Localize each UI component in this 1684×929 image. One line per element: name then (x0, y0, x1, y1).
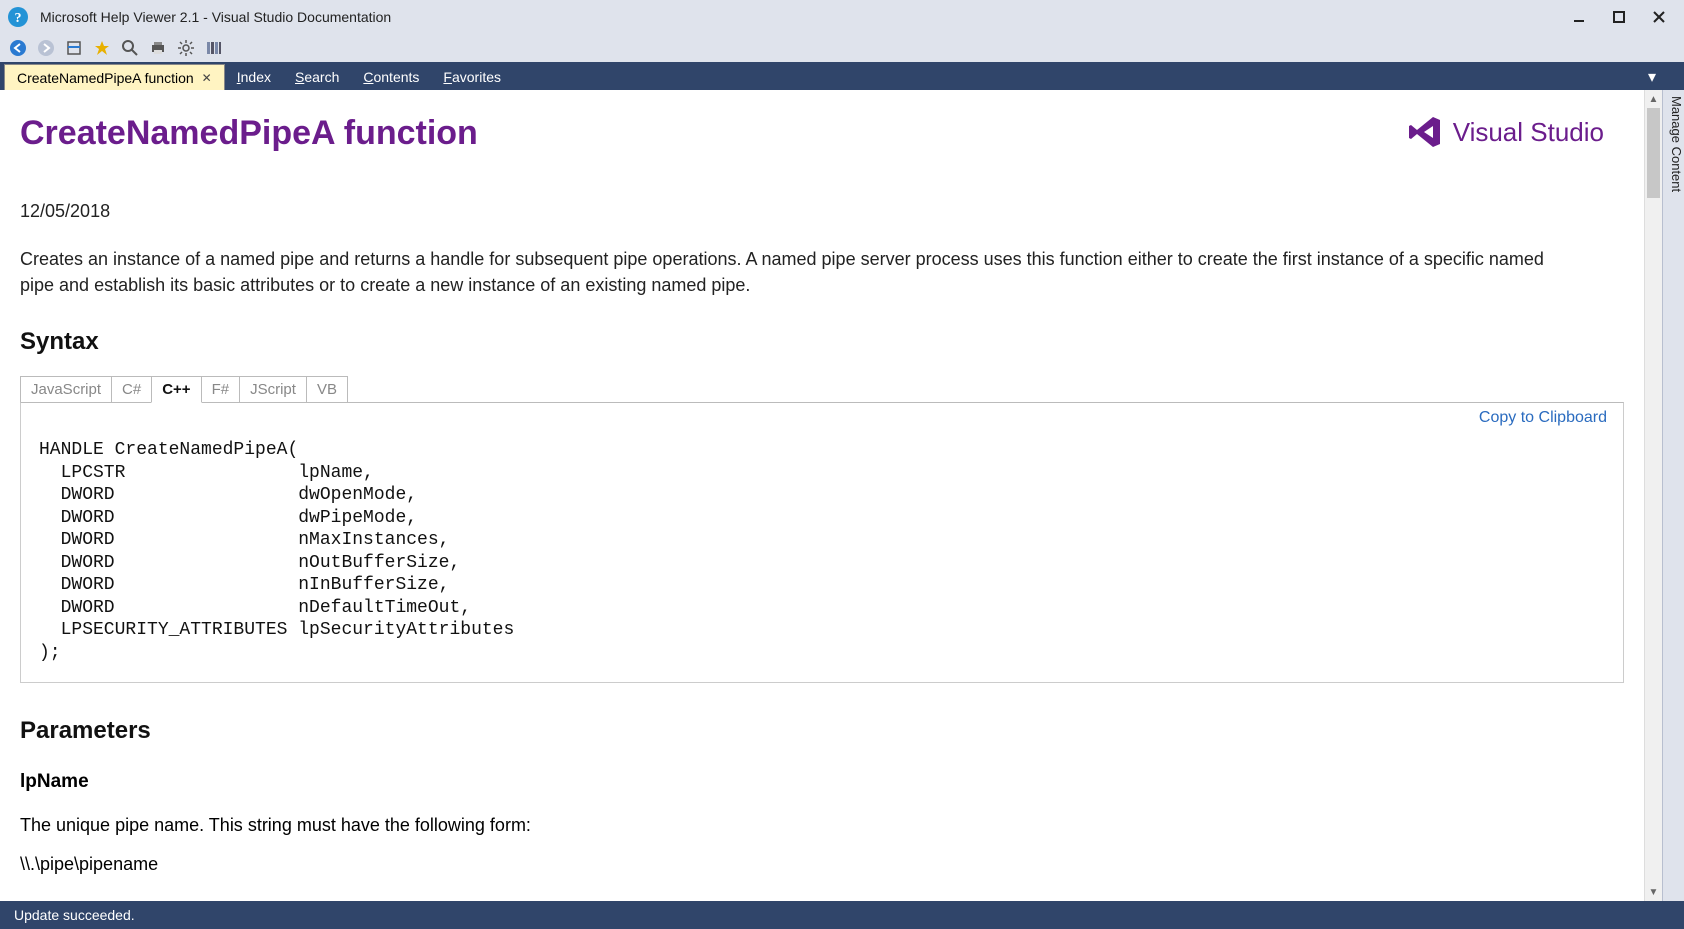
content-area: Visual Studio CreateNamedPipeA function … (0, 90, 1662, 901)
lang-tab-jscript[interactable]: JScript (239, 376, 307, 403)
titlebar: ? Microsoft Help Viewer 2.1 - Visual Stu… (0, 0, 1684, 34)
lang-tab-fsharp[interactable]: F# (201, 376, 241, 403)
tab-search[interactable]: Search (283, 64, 351, 90)
maximize-button[interactable] (1610, 8, 1628, 26)
status-bar: Update succeeded. (0, 901, 1684, 929)
forward-button[interactable] (36, 38, 56, 58)
back-button[interactable] (8, 38, 28, 58)
scroll-up-arrow[interactable]: ▲ (1645, 90, 1662, 108)
tab-contents[interactable]: Contents (351, 64, 431, 90)
tab-favorites[interactable]: Favorites (431, 64, 513, 90)
param-form-lpname: \\.\pipe\pipename (20, 854, 158, 874)
code-content: HANDLE CreateNamedPipeA( LPCSTR lpName, … (39, 439, 1605, 664)
lang-tab-csharp[interactable]: C# (111, 376, 152, 403)
syntax-heading: Syntax (20, 328, 1624, 356)
print-button[interactable] (148, 38, 168, 58)
favorite-add-button[interactable] (92, 38, 112, 58)
lang-tab-vb[interactable]: VB (306, 376, 348, 403)
language-tabs: JavaScript C# C++ F# JScript VB (20, 376, 1624, 403)
library-button[interactable] (204, 38, 224, 58)
tab-label: CreateNamedPipeA function (17, 70, 194, 86)
param-desc-lpname: The unique pipe name. This string must h… (20, 815, 1624, 836)
window-title: Microsoft Help Viewer 2.1 - Visual Studi… (40, 9, 1570, 25)
scroll-track[interactable] (1645, 108, 1662, 883)
logo-text: Visual Studio (1453, 117, 1604, 148)
tab-document-active[interactable]: CreateNamedPipeA function ✕ (4, 64, 225, 90)
visual-studio-logo: Visual Studio (1407, 114, 1604, 150)
home-button[interactable] (64, 38, 84, 58)
nav-tabstrip: CreateNamedPipeA function ✕ Index Search… (0, 62, 1684, 90)
page-description: Creates an instance of a named pipe and … (20, 246, 1580, 298)
manage-content-sidetab[interactable]: Manage Content (1662, 90, 1684, 901)
code-block: Copy to Clipboard HANDLE CreateNamedPipe… (20, 402, 1624, 683)
close-button[interactable] (1650, 8, 1668, 26)
app-icon: ? (6, 5, 30, 29)
lang-tab-cpp[interactable]: C++ (151, 376, 201, 403)
parameters-heading: Parameters (20, 717, 1624, 745)
vertical-scrollbar[interactable]: ▲ ▼ (1644, 90, 1662, 901)
param-name-lpname: lpName (20, 771, 1624, 793)
find-button[interactable] (120, 38, 140, 58)
settings-button[interactable] (176, 38, 196, 58)
copy-to-clipboard-link[interactable]: Copy to Clipboard (1479, 409, 1607, 427)
status-text: Update succeeded. (14, 907, 135, 923)
minimize-button[interactable] (1570, 8, 1588, 26)
toolbar (0, 34, 1684, 62)
tab-index[interactable]: Index (225, 64, 283, 90)
svg-text:?: ? (15, 11, 22, 26)
tab-close-icon[interactable]: ✕ (202, 71, 212, 85)
scroll-thumb[interactable] (1647, 108, 1660, 198)
lang-tab-javascript[interactable]: JavaScript (20, 376, 112, 403)
tab-overflow-icon[interactable]: ▾ (1648, 67, 1656, 87)
page-date: 12/05/2018 (20, 201, 1624, 222)
scroll-down-arrow[interactable]: ▼ (1645, 883, 1662, 901)
page-title: CreateNamedPipeA function (20, 114, 1624, 153)
